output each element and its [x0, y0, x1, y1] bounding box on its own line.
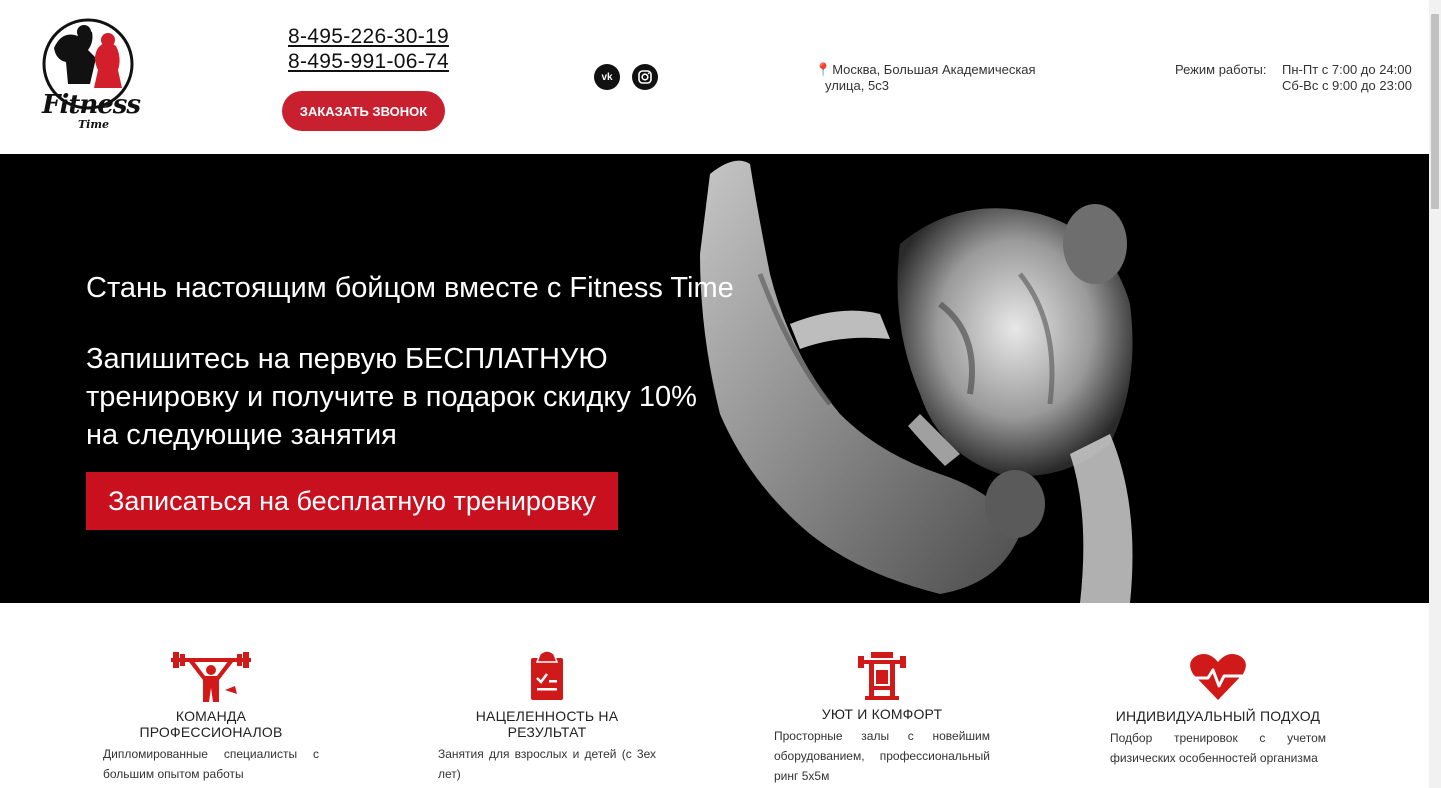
page-scrollbar[interactable]	[1429, 0, 1441, 788]
map-pin-icon: 📍	[815, 62, 832, 77]
address: 📍Москва, Большая Академическая улица, 5с…	[815, 62, 1045, 94]
feature-approach: Индивидуальный подход Подбор тренировок …	[1110, 652, 1326, 768]
scrollbar-thumb[interactable]	[1431, 14, 1439, 209]
feature-team-desc: Дипломированные специалисты с большим оп…	[103, 747, 319, 781]
hours-label: Режим работы:	[1175, 62, 1267, 77]
logo-text: Fitness	[42, 90, 141, 120]
feature-comfort: Уют и комфорт Просторные залы с новейшим…	[774, 652, 990, 786]
hero-offer-line-1: Запишитесь на первую БЕСПЛАТНУЮ	[86, 343, 608, 375]
feature-team: Команда профессионалов Дипломированные с…	[103, 650, 319, 784]
instagram-icon[interactable]	[632, 64, 658, 90]
phone-link-2[interactable]: 8-495-991-06-74	[288, 49, 449, 74]
feature-comfort-desc: Просторные залы с новейшим оборудованием…	[774, 729, 990, 783]
hero-offer: Запишитесь на первую БЕСПЛАТНУЮ трениров…	[86, 340, 786, 454]
hero-offer-line-2: тренировку и получите в подарок скидку 1…	[86, 381, 697, 413]
feature-comfort-title: Уют и комфорт	[821, 706, 943, 722]
phone-link-1[interactable]: 8-495-226-30-19	[288, 24, 449, 49]
phone-list: 8-495-226-30-19 8-495-991-06-74	[288, 24, 449, 74]
free-training-button[interactable]: Записаться на бесплатную тренировку	[86, 472, 618, 530]
hours-weekdays: Пн-Пт с 7:00 до 24:00	[1282, 62, 1412, 77]
instagram-glyph	[638, 70, 652, 84]
feature-result-desc: Занятия для взрослых и детей (с 3ех лет)	[438, 747, 656, 781]
weightlifter-icon	[171, 652, 251, 702]
hero-offer-line-3: на следующие занятия	[86, 419, 397, 451]
hero-title: Стань настоящим бойцом вместе с Fitness …	[86, 272, 734, 304]
feature-approach-desc: Подбор тренировок с учетом физических ос…	[1110, 731, 1326, 765]
hero-banner: Стань настоящим бойцом вместе с Fitness …	[0, 154, 1429, 603]
feature-result: Нацеленность на результат Занятия для вз…	[438, 650, 656, 784]
heart-pulse-icon	[1190, 654, 1246, 700]
hours-weekend: Сб-Вс с 9:00 до 23:00	[1282, 78, 1412, 93]
logo[interactable]: Fitness Time	[32, 18, 141, 136]
logo-subtext: Time	[78, 118, 110, 131]
vk-icon[interactable]: vk	[594, 64, 620, 90]
working-hours: Пн-Пт с 7:00 до 24:00 Сб-Вс с 9:00 до 23…	[1282, 62, 1412, 94]
address-line-2: улица, 5с3	[825, 78, 889, 93]
feature-team-title: Команда профессионалов	[139, 708, 283, 740]
feature-result-title: Нацеленность на результат	[475, 708, 619, 740]
site-header: Fitness Time 8-495-226-30-19 8-495-991-0…	[0, 0, 1429, 154]
clipboard-check-icon	[531, 650, 563, 700]
address-line-1: Москва, Большая Академическая	[832, 62, 1036, 77]
gym-machine-icon	[858, 652, 906, 700]
callback-button[interactable]: Заказать звонок	[282, 91, 445, 131]
feature-approach-title: Индивидуальный подход	[1115, 708, 1321, 724]
